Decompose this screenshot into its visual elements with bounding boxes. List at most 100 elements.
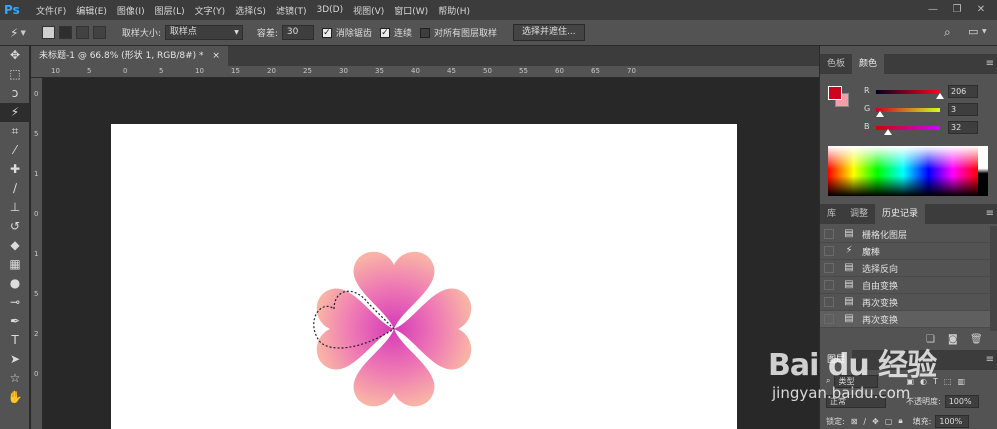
blue-slider-thumb[interactable] [884, 129, 892, 135]
menu-filter[interactable]: 滤镜(T) [276, 4, 307, 17]
minimize-button[interactable]: — [922, 2, 944, 18]
filter-pixel-icon[interactable]: ▣ [906, 377, 914, 386]
clone-stamp-tool-icon[interactable]: ⊥ [0, 198, 30, 217]
color-spectrum[interactable] [828, 146, 978, 196]
trash-icon[interactable]: 🗑︎ [970, 334, 983, 345]
menu-edit[interactable]: 编辑(E) [76, 4, 107, 17]
dodge-tool-icon[interactable]: ⊸ [0, 293, 30, 312]
history-snapshot-checkbox[interactable] [824, 229, 834, 239]
foreground-color-swatch[interactable] [828, 86, 842, 100]
restore-button[interactable]: ❐ [946, 2, 968, 18]
history-item[interactable]: ▤ 再次变换 [820, 294, 990, 311]
tab-swatches[interactable]: 色板 [820, 54, 852, 74]
green-slider[interactable] [876, 108, 940, 112]
history-item[interactable]: ▤ 自由变换 [820, 277, 990, 294]
tab-libraries[interactable]: 库 [820, 204, 843, 224]
menu-help[interactable]: 帮助(H) [438, 4, 470, 17]
tolerance-input[interactable]: 30 [281, 25, 314, 40]
menu-select[interactable]: 选择(S) [235, 4, 266, 17]
lock-pixels-icon[interactable]: ⊠ [851, 417, 858, 426]
workspace-icon[interactable]: ▭ [968, 25, 978, 38]
eyedropper-tool-icon[interactable]: ⁄ [0, 141, 30, 160]
tab-history[interactable]: 历史记录 [875, 204, 926, 224]
menu-3d[interactable]: 3D(D) [316, 5, 343, 15]
document-tab[interactable]: 未标题-1 @ 66.8% (形状 1, RGB/8#) * × [31, 46, 228, 66]
healing-brush-tool-icon[interactable]: ✚ [0, 160, 30, 179]
antialias-checkbox[interactable]: ✓ [321, 27, 332, 38]
menu-window[interactable]: 窗口(W) [394, 4, 428, 17]
history-item[interactable]: ▤ 栅格化图层 [820, 226, 990, 243]
close-window-button[interactable]: ✕ [970, 2, 992, 18]
new-selection-button[interactable] [41, 26, 55, 39]
lock-all-icon[interactable]: 🔒︎ [898, 416, 902, 426]
panel-menu-icon[interactable]: ≡ [986, 350, 994, 370]
marquee-tool-icon[interactable]: ⬚ [0, 65, 30, 84]
lock-position-icon[interactable]: ✥ [872, 417, 879, 426]
lock-brush-icon[interactable]: ∕ [863, 417, 866, 426]
opacity-input[interactable]: 100% [944, 394, 979, 408]
new-document-from-state-icon[interactable]: ❏ [926, 334, 935, 345]
black-white-strip[interactable] [978, 146, 988, 196]
brush-tool-icon[interactable]: ∕ [0, 179, 30, 198]
history-item[interactable]: ⚡︎ 魔棒 [820, 243, 990, 260]
magic-wand-tool-icon[interactable]: ⚡︎ [0, 103, 30, 122]
path-selection-tool-icon[interactable]: ➤ [0, 350, 30, 369]
chevron-down-icon[interactable]: ▼ [20, 29, 25, 37]
filter-type-icon[interactable]: T [933, 377, 938, 386]
tab-adjustments[interactable]: 调整 [843, 204, 875, 224]
menu-view[interactable]: 视图(V) [353, 4, 384, 17]
history-snapshot-checkbox[interactable] [824, 314, 834, 324]
green-slider-thumb[interactable] [876, 111, 884, 117]
red-slider-thumb[interactable] [936, 93, 944, 99]
history-brush-tool-icon[interactable]: ↺ [0, 217, 30, 236]
blur-tool-icon[interactable]: ● [0, 274, 30, 293]
close-tab-icon[interactable]: × [212, 51, 220, 61]
menu-type[interactable]: 文字(Y) [195, 4, 226, 17]
intersect-selection-button[interactable] [92, 26, 106, 39]
history-snapshot-checkbox[interactable] [824, 263, 834, 273]
pen-tool-icon[interactable]: ✒ [0, 312, 30, 331]
hand-tool-icon[interactable]: ✋ [0, 388, 30, 407]
add-selection-button[interactable] [58, 26, 72, 39]
eraser-tool-icon[interactable]: ◆ [0, 236, 30, 255]
select-and-mask-button[interactable]: 选择并遮住... [512, 24, 585, 41]
menu-layer[interactable]: 图层(L) [155, 4, 185, 17]
crop-tool-icon[interactable]: ⌗ [0, 122, 30, 141]
lock-artboard-icon[interactable]: ▢ [885, 417, 893, 426]
history-snapshot-checkbox[interactable] [824, 246, 834, 256]
gradient-tool-icon[interactable]: ▦ [0, 255, 30, 274]
contiguous-checkbox[interactable]: ✓ [379, 27, 390, 38]
shape-tool-icon[interactable]: ☆ [0, 369, 30, 388]
history-snapshot-checkbox[interactable] [824, 297, 834, 307]
chevron-down-icon[interactable]: ▼ [982, 28, 987, 35]
filter-shape-icon[interactable]: ⬚ [944, 377, 952, 386]
sample-size-select[interactable]: 取样点 ▼ [164, 25, 243, 40]
panel-menu-icon[interactable]: ≡ [986, 204, 994, 224]
document-canvas[interactable] [111, 124, 737, 429]
tab-layers[interactable]: 图层 [820, 350, 853, 370]
magic-wand-preset-icon[interactable]: ⚡︎ [10, 26, 18, 40]
filter-adjustment-icon[interactable]: ◐ [920, 377, 927, 386]
canvas-area[interactable] [43, 78, 819, 429]
blue-value-input[interactable]: 32 [948, 121, 978, 134]
menu-file[interactable]: 文件(F) [36, 4, 66, 17]
subtract-selection-button[interactable] [75, 26, 89, 39]
panel-menu-icon[interactable]: ≡ [986, 54, 994, 74]
lasso-tool-icon[interactable]: ↄ [0, 84, 30, 103]
blend-mode-select[interactable]: 正常 [826, 394, 886, 408]
history-scrollbar[interactable] [990, 226, 997, 331]
history-item-selected[interactable]: ▤ 再次变换 [820, 311, 990, 328]
all-layers-checkbox[interactable] [419, 27, 430, 38]
menu-image[interactable]: 图像(I) [117, 4, 145, 17]
filter-smart-icon[interactable]: ▥ [957, 377, 965, 386]
fill-input[interactable]: 100% [935, 414, 970, 428]
red-slider[interactable] [876, 90, 940, 94]
layer-filter-select[interactable]: 类型 [834, 374, 879, 388]
red-value-input[interactable]: 206 [948, 85, 978, 98]
green-value-input[interactable]: 3 [948, 103, 978, 116]
search-icon[interactable]: ⌕ [944, 25, 951, 40]
camera-snapshot-icon[interactable]: ◙ [948, 334, 958, 345]
move-tool-icon[interactable]: ✥ [0, 46, 30, 65]
history-item[interactable]: ▤ 选择反向 [820, 260, 990, 277]
tab-color[interactable]: 颜色 [852, 54, 885, 74]
